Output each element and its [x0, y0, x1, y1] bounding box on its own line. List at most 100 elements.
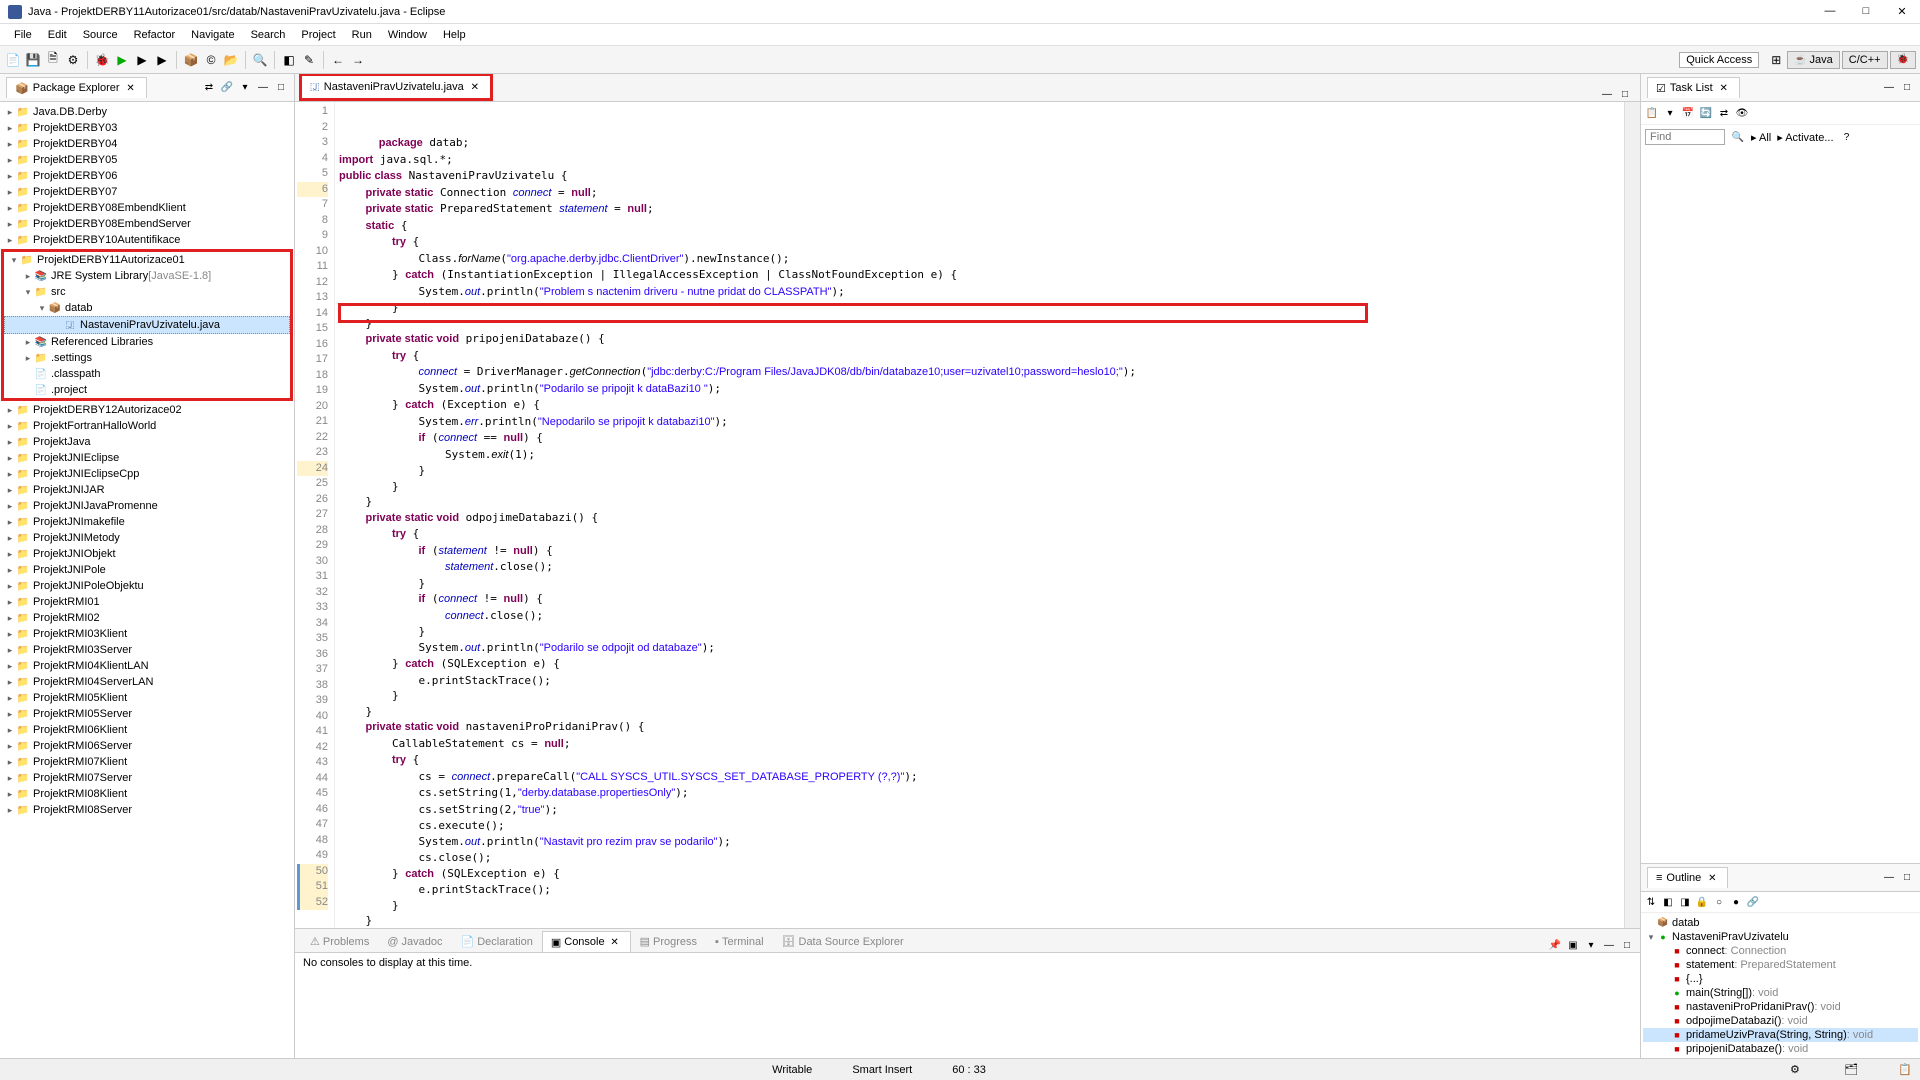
collapse-icon[interactable]: ⇄ [202, 81, 216, 95]
close-button[interactable]: ✕ [1892, 5, 1912, 18]
editor-max-icon[interactable]: □ [1618, 87, 1632, 101]
tree-item[interactable]: ▸📁ProjektRMI05Klient [0, 690, 294, 706]
outline-item[interactable]: ■odpojimeDatabazi() : void [1643, 1014, 1918, 1028]
tree-item[interactable]: ▸📁ProjektJNIPole [0, 562, 294, 578]
tree-item[interactable]: ▸📁ProjektRMI03Server [0, 642, 294, 658]
editor-tab[interactable]: 🇯 NastaveniPravUzivatelu.java ✕ [299, 74, 493, 101]
outline-tab[interactable]: ≡ Outline ✕ [1647, 867, 1728, 888]
outline-item[interactable]: ■pridameUzivPrava(String, String) : void [1643, 1028, 1918, 1042]
task-new-icon[interactable]: 📋 [1645, 106, 1659, 120]
tree-item[interactable]: ▸📁ProjektRMI05Server [0, 706, 294, 722]
tree-item[interactable]: ▸📚Referenced Libraries [4, 334, 290, 350]
outline-item[interactable]: ■{...} [1643, 972, 1918, 986]
console-new-icon[interactable]: ▾ [1584, 938, 1598, 952]
tree-item[interactable]: ▸📁ProjektRMI06Klient [0, 722, 294, 738]
openfile-icon[interactable]: 📂 [222, 51, 240, 69]
perspective-java[interactable]: ☕ Java [1787, 51, 1839, 69]
tree-item[interactable]: 🇯NastaveniPravUzivatelu.java [4, 316, 290, 334]
maximize-button[interactable]: □ [1856, 5, 1876, 18]
tree-item[interactable]: ▸📁ProjektRMI02 [0, 610, 294, 626]
tree-item[interactable]: ▸📁ProjektJNIJAR [0, 482, 294, 498]
package-explorer-tab[interactable]: 📦 Package Explorer ✕ [6, 77, 147, 98]
outline-item[interactable]: ■pripojeniDatabaze() : void [1643, 1042, 1918, 1056]
menu-window[interactable]: Window [380, 27, 435, 43]
tab-declaration[interactable]: 📄Declaration [452, 931, 542, 952]
tab-javadoc[interactable]: @Javadoc [378, 932, 451, 952]
tree-item[interactable]: ▸📁ProjektJava [0, 434, 294, 450]
tree-item[interactable]: ▸📁ProjektRMI03Klient [0, 626, 294, 642]
tree-item[interactable]: ▸📁ProjektRMI06Server [0, 738, 294, 754]
task-sched-icon[interactable]: 📅 [1681, 106, 1695, 120]
vertical-scrollbar[interactable] [1624, 102, 1640, 928]
run-icon[interactable]: ▶ [113, 51, 131, 69]
outline-item[interactable]: ■nastaveniProPridaniPrav() : void [1643, 1000, 1918, 1014]
menu-file[interactable]: File [6, 27, 40, 43]
nav-back-icon[interactable]: ← [329, 51, 347, 69]
minimize-button[interactable]: — [1820, 5, 1840, 18]
min-icon[interactable]: — [256, 81, 270, 95]
sb-icon2[interactable]: 🗂 [1844, 1063, 1858, 1077]
tasklist-max-icon[interactable]: □ [1900, 81, 1914, 95]
tree-item[interactable]: ▸📁ProjektDERBY06 [0, 168, 294, 184]
build-icon[interactable]: ⚙ [64, 51, 82, 69]
tab-terminal[interactable]: ▪Terminal [706, 932, 772, 952]
task-col-icon[interactable]: ⇄ [1717, 106, 1731, 120]
tab-console[interactable]: ▣Console ✕ [542, 931, 631, 952]
console-pin-icon[interactable]: 📌 [1548, 938, 1562, 952]
tree-item[interactable]: ▸📁ProjektJNIEclipse [0, 450, 294, 466]
open-perspective-icon[interactable]: ⊞ [1767, 51, 1785, 69]
outline-f1-icon[interactable]: ◧ [1661, 895, 1675, 909]
menu-edit[interactable]: Edit [40, 27, 75, 43]
outline-item[interactable]: ■statement : PreparedStatement [1643, 958, 1918, 972]
new-icon[interactable]: 📄 [4, 51, 22, 69]
menu-help[interactable]: Help [435, 27, 474, 43]
outline-f5-icon[interactable]: ● [1729, 895, 1743, 909]
tree-item[interactable]: ▸📁ProjektDERBY08EmbendKlient [0, 200, 294, 216]
menu-refactor[interactable]: Refactor [126, 27, 184, 43]
menu-source[interactable]: Source [75, 27, 126, 43]
outline-f3-icon[interactable]: 🔒 [1695, 895, 1709, 909]
tree-item[interactable]: ▾📦datab [4, 300, 290, 316]
outline-f2-icon[interactable]: ◨ [1678, 895, 1692, 909]
task-help-icon[interactable]: ? [1840, 130, 1854, 144]
tree-item[interactable]: ▸📁ProjektRMI01 [0, 594, 294, 610]
tree-item[interactable]: ▸📁.settings [4, 350, 290, 366]
save-icon[interactable]: 💾 [24, 51, 42, 69]
tree-item[interactable]: ▸📁ProjektDERBY04 [0, 136, 294, 152]
tree-item[interactable]: ▸📁ProjektRMI08Klient [0, 786, 294, 802]
perspective-debug[interactable]: 🐞 [1890, 51, 1916, 69]
tree-item[interactable]: ▸📁ProjektJNIJavaPromenne [0, 498, 294, 514]
tree-item[interactable]: 📄.classpath [4, 366, 290, 382]
console-display-icon[interactable]: ▣ [1566, 938, 1580, 952]
close-editor-icon[interactable]: ✕ [468, 80, 482, 94]
tree-item[interactable]: ▸📁ProjektFortranHalloWorld [0, 418, 294, 434]
tree-item[interactable]: ▸📚JRE System Library [JavaSE-1.8] [4, 268, 290, 284]
tree-item[interactable]: ▸📁ProjektDERBY10Autentifikace [0, 232, 294, 248]
tree-item[interactable]: ▸📁ProjektDERBY05 [0, 152, 294, 168]
link-icon[interactable]: 🔗 [220, 81, 234, 95]
tab-progress[interactable]: ▤Progress [631, 931, 706, 952]
outline-item[interactable]: ■connect : Connection [1643, 944, 1918, 958]
perspective-cpp[interactable]: C/C++ [1842, 51, 1888, 69]
outline-tree[interactable]: 📦datab▾●NastaveniPravUzivatelu■connect :… [1641, 913, 1920, 1058]
editor-min-icon[interactable]: — [1600, 87, 1614, 101]
menu-search[interactable]: Search [243, 27, 294, 43]
code-editor[interactable]: package datab; import java.sql.*; public… [335, 102, 1624, 928]
coverage-icon[interactable]: ▶ [133, 51, 151, 69]
tree-item[interactable]: ▸📁ProjektJNIMetody [0, 530, 294, 546]
task-find-input[interactable] [1645, 129, 1725, 145]
tab-dse[interactable]: 🗄Data Source Explorer [773, 931, 913, 952]
menu-icon[interactable]: ▾ [238, 81, 252, 95]
tree-item[interactable]: ▸📁ProjektJNIEclipseCpp [0, 466, 294, 482]
close-outline-icon[interactable]: ✕ [1705, 871, 1719, 885]
console-min-icon[interactable]: — [1602, 938, 1616, 952]
saveall-icon[interactable]: 🗎 [44, 51, 62, 69]
outline-sort-icon[interactable]: ⇅ [1644, 895, 1658, 909]
console-max-icon[interactable]: □ [1620, 938, 1634, 952]
newpkg-icon[interactable]: 📦 [182, 51, 200, 69]
runext-icon[interactable]: ▶ [153, 51, 171, 69]
outline-max-icon[interactable]: □ [1900, 871, 1914, 885]
task-hide-icon[interactable]: 👁 [1735, 106, 1749, 120]
toggle-icon[interactable]: ◧ [280, 51, 298, 69]
tree-item[interactable]: ▸📁ProjektRMI07Server [0, 770, 294, 786]
